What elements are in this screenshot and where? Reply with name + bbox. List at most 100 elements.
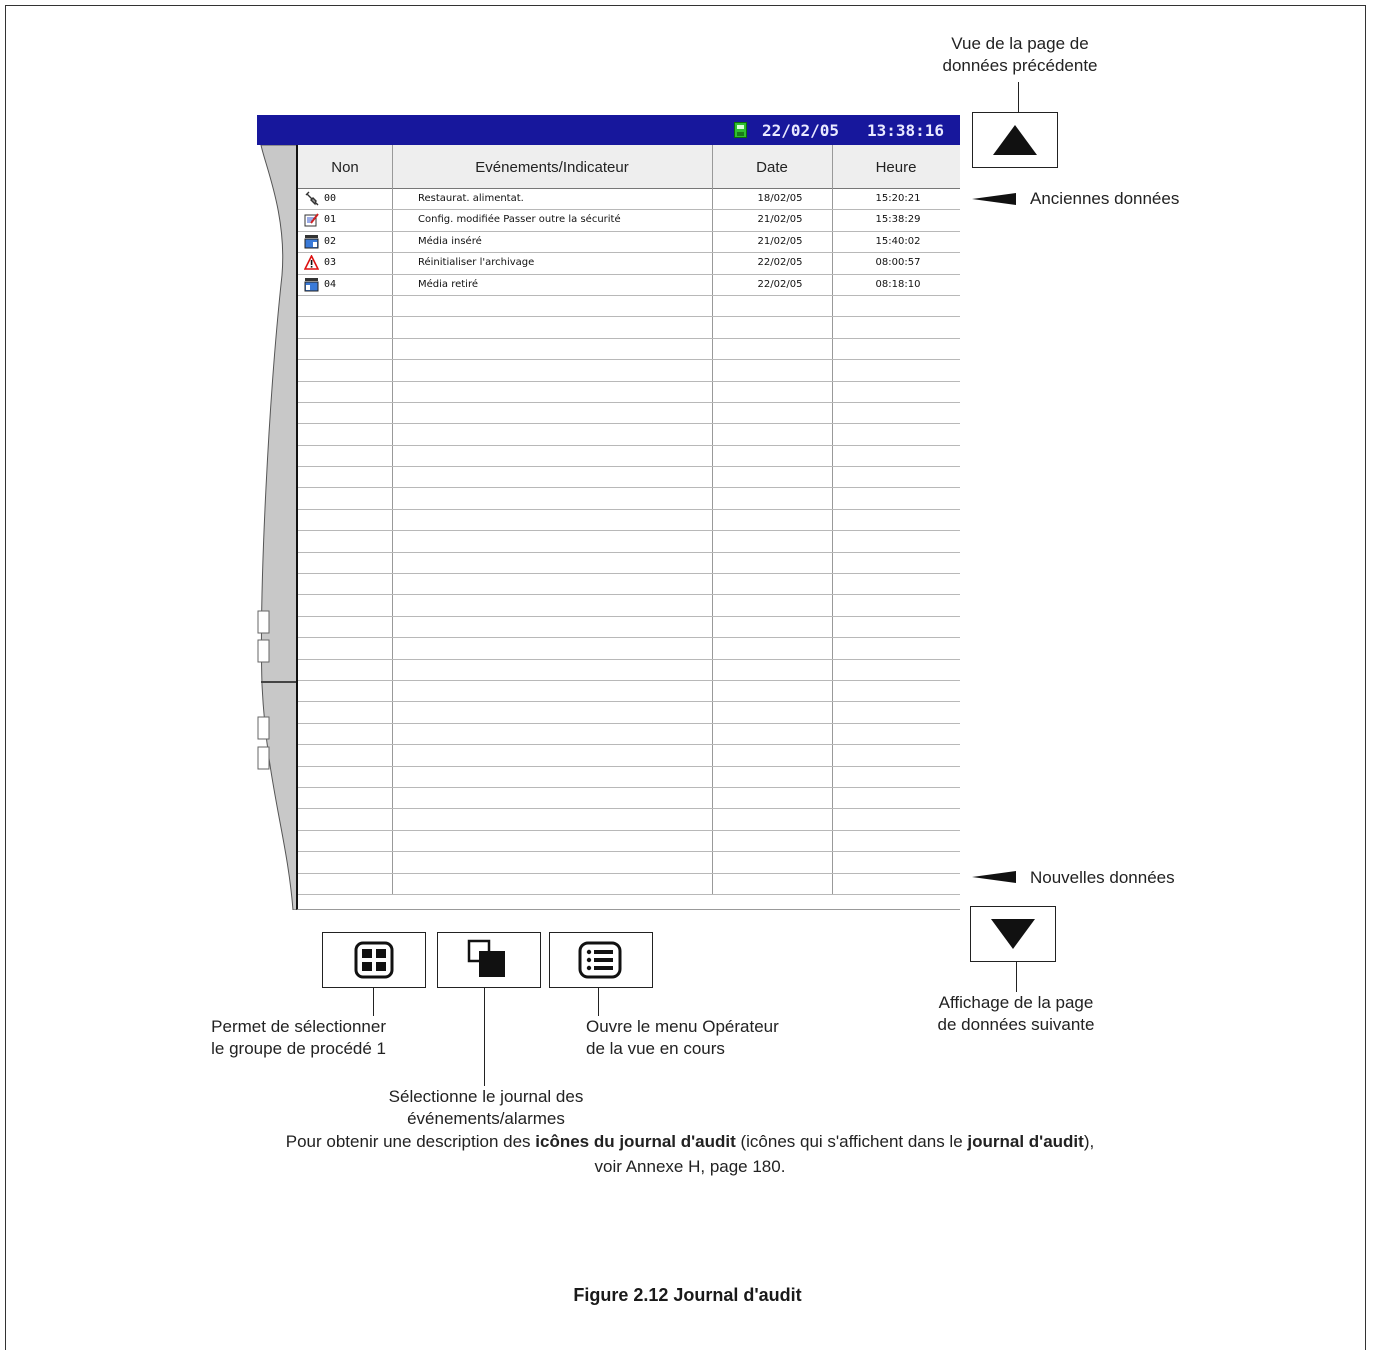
log-label-line1: Sélectionne le journal des [388, 1087, 584, 1106]
config-modified-icon [304, 213, 319, 227]
table-row[interactable]: 00 Restaurat. alimentat. 18/02/05 15:20:… [298, 189, 960, 211]
cell-date: 18/02/05 [757, 193, 803, 204]
cell-event: Restaurat. alimentat. [418, 193, 524, 204]
table-row[interactable]: 04 Média retiré 22/02/05 08:18:10 [298, 275, 960, 296]
cell-time: 08:18:10 [875, 278, 921, 290]
leader-line [484, 988, 485, 1086]
empty-table-row [298, 660, 960, 681]
leader-line [1016, 962, 1017, 992]
menu-button-label: Ouvre le menu Opérateur de la vue en cou… [586, 1016, 846, 1060]
cell-date: 22/02/05 [757, 257, 803, 269]
grid-icon [354, 941, 394, 979]
column-header-time: Heure [875, 159, 917, 176]
process-group-button[interactable] [322, 932, 426, 988]
empty-table-row [298, 638, 960, 660]
log-button-label: Sélectionne le journal des événements/al… [362, 1086, 610, 1130]
cell-date: 22/02/05 [757, 278, 803, 290]
media-status-icon [734, 122, 747, 138]
status-date: 22/02/05 [762, 121, 840, 140]
column-header-no: Non [331, 159, 359, 176]
log-label-line2: événements/alarmes [407, 1109, 565, 1128]
empty-table-row [298, 852, 960, 874]
empty-table-row [298, 809, 960, 831]
empty-table-row [298, 531, 960, 553]
table-body: 00 Restaurat. alimentat. 18/02/05 15:20:… [298, 189, 960, 895]
cell-time: 15:20:21 [875, 193, 921, 204]
leader-line [1018, 82, 1019, 112]
menu-label-line1: Ouvre le menu Opérateur [586, 1017, 779, 1036]
group-label-line1: Permet de sélectionner [211, 1017, 386, 1036]
cell-date: 21/02/05 [757, 214, 803, 226]
empty-table-row [298, 681, 960, 703]
cell-time: 08:00:57 [875, 257, 921, 269]
table-header: Non Evénements/Indicateur Date Heure [298, 145, 960, 189]
cell-time: 15:38:29 [875, 214, 921, 226]
down-arrow-icon [991, 919, 1035, 949]
media-inserted-icon [304, 234, 319, 249]
column-header-event: Evénements/Indicateur [475, 159, 629, 176]
empty-table-row [298, 317, 960, 339]
empty-table-row [298, 767, 960, 788]
footnote-line2: voir Annexe H, page 180. [594, 1157, 786, 1176]
cell-no: 00 [324, 193, 337, 204]
table-row[interactable]: 03 Réinitialiser l'archivage 22/02/05 08… [298, 253, 960, 275]
page-up-button[interactable] [972, 112, 1058, 168]
empty-table-row [298, 574, 960, 596]
page-down-button[interactable] [970, 906, 1056, 962]
leader-line [598, 988, 599, 1016]
next-page-label: Affichage de la page de données suivante [900, 992, 1132, 1036]
group-label-line2: le groupe de procédé 1 [211, 1039, 386, 1058]
prev-page-label-line2: données précédente [942, 56, 1098, 75]
empty-table-row [298, 831, 960, 853]
empty-table-row [298, 467, 960, 489]
new-data-label: Nouvelles données [1030, 868, 1175, 887]
empty-table-row [298, 446, 960, 468]
table-row[interactable]: 01 Config. modifiée Passer outre la sécu… [298, 210, 960, 232]
power-restore-icon [305, 191, 319, 206]
group-button-label: Permet de sélectionner le groupe de proc… [172, 1016, 386, 1060]
cell-event: Média inséré [418, 235, 482, 247]
next-page-label-line1: Affichage de la page [938, 993, 1094, 1012]
cell-event: Média retiré [418, 278, 478, 290]
footnote-text: Pour obtenir une description des [285, 1132, 536, 1151]
side-panel [257, 145, 297, 910]
cell-date: 21/02/05 [757, 235, 803, 247]
empty-table-row [298, 382, 960, 403]
empty-table-row [298, 424, 960, 446]
pointer-arrow-icon [972, 193, 1016, 205]
footnote-text: (icônes qui s'affichent dans le [735, 1132, 968, 1151]
operator-menu-button[interactable] [549, 932, 653, 988]
prev-page-label-line1: Vue de la page de [951, 34, 1089, 53]
empty-table-row [298, 339, 960, 361]
cell-time: 15:40:02 [875, 235, 921, 247]
footnote-line1: Pour obtenir une description des icônes … [140, 1129, 1240, 1154]
prev-page-label: Vue de la page de données précédente [905, 33, 1135, 77]
empty-table-row [298, 595, 960, 617]
warning-icon [304, 255, 319, 270]
pointer-arrow-icon [972, 871, 1016, 883]
empty-table-row [298, 874, 960, 895]
empty-table-row [298, 788, 960, 810]
cell-no: 01 [324, 214, 337, 226]
empty-table-row [298, 745, 960, 767]
empty-table-row [298, 510, 960, 532]
footnote-text: ), [1083, 1132, 1095, 1151]
table-row[interactable]: 02 Média inséré 21/02/05 15:40:02 [298, 232, 960, 254]
old-data-label: Anciennes données [1030, 189, 1180, 208]
status-bar: 22/02/05 13:38:16 [257, 115, 960, 145]
cell-event: Réinitialiser l'archivage [418, 257, 535, 269]
menu-label-line2: de la vue en cours [586, 1039, 725, 1058]
event-log-button[interactable] [437, 932, 541, 988]
media-removed-icon [304, 277, 319, 292]
empty-table-row [298, 403, 960, 425]
empty-table-row [298, 724, 960, 746]
cell-no: 03 [324, 257, 337, 269]
column-header-date: Date [756, 159, 788, 176]
audit-log-table: Non Evénements/Indicateur Date Heure 00 … [296, 145, 960, 910]
figure-caption: Figure 2.12 Journal d'audit [573, 1285, 802, 1305]
cell-no: 02 [324, 235, 337, 247]
footnote-bold: icônes du journal d'audit [535, 1132, 736, 1151]
list-menu-icon [578, 941, 622, 979]
footnote-bold: journal d'audit [967, 1132, 1084, 1151]
leader-line [373, 988, 374, 1016]
